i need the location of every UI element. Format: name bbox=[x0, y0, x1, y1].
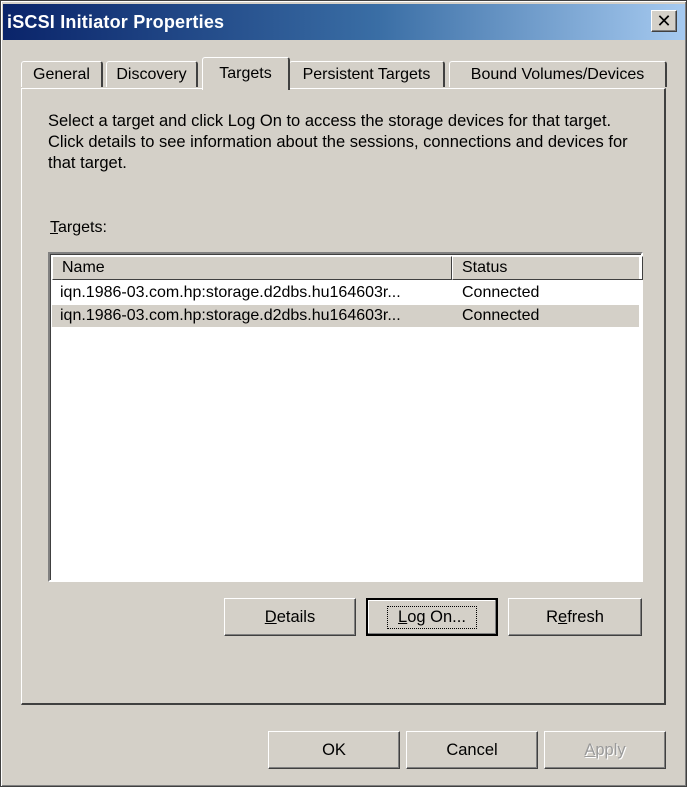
table-row[interactable]: iqn.1986-03.com.hp:storage.d2dbs.hu16460… bbox=[52, 305, 639, 327]
tab-discovery[interactable]: Discovery bbox=[106, 61, 198, 87]
targets-label-mnemonic: T bbox=[50, 219, 58, 236]
log-on-button[interactable]: Log On... bbox=[366, 598, 498, 636]
ok-button[interactable]: OK bbox=[268, 731, 400, 769]
iscsi-properties-dialog: iSCSI Initiator Properties ✕ General Dis… bbox=[0, 0, 687, 787]
refresh-button[interactable]: Refresh bbox=[508, 598, 642, 636]
targets-description: Select a target and click Log On to acce… bbox=[48, 112, 628, 172]
tab-targets-label: Targets bbox=[219, 65, 272, 82]
column-header-status[interactable]: Status bbox=[452, 256, 643, 280]
table-row[interactable]: iqn.1986-03.com.hp:storage.d2dbs.hu16460… bbox=[52, 282, 639, 304]
target-name-cell: iqn.1986-03.com.hp:storage.d2dbs.hu16460… bbox=[60, 307, 401, 324]
column-header-name[interactable]: Name bbox=[52, 256, 452, 280]
details-button[interactable]: Details bbox=[224, 598, 356, 636]
apply-button[interactable]: Apply bbox=[544, 731, 666, 769]
tab-general[interactable]: General bbox=[21, 61, 103, 87]
close-icon: ✕ bbox=[656, 11, 672, 31]
tab-general-label: General bbox=[33, 65, 90, 83]
tab-discovery-label: Discovery bbox=[116, 65, 187, 83]
apply-button-label: Apply bbox=[584, 740, 626, 759]
close-button[interactable]: ✕ bbox=[651, 10, 677, 32]
target-status-cell: Connected bbox=[462, 307, 540, 324]
tab-targets[interactable]: Targets bbox=[202, 57, 290, 90]
targets-list-label: Targets: bbox=[50, 219, 107, 237]
details-button-label: Details bbox=[264, 607, 316, 626]
targets-list[interactable]: Name Status iqn.1986-03.com.hp:storage.d… bbox=[48, 252, 643, 582]
log-on-button-label: Log On... bbox=[387, 605, 477, 629]
targets-tab-panel: Select a target and click Log On to acce… bbox=[21, 88, 666, 705]
tab-bound-volumes-devices-label: Bound Volumes/Devices bbox=[470, 65, 645, 83]
targets-label-text: argets: bbox=[58, 219, 107, 236]
cancel-button-label: Cancel bbox=[446, 740, 498, 759]
tab-persistent-targets[interactable]: Persistent Targets bbox=[289, 61, 445, 87]
cancel-button[interactable]: Cancel bbox=[406, 731, 538, 769]
ok-button-label: OK bbox=[322, 740, 346, 759]
target-name-cell: iqn.1986-03.com.hp:storage.d2dbs.hu16460… bbox=[60, 284, 401, 301]
window-title: iSCSI Initiator Properties bbox=[7, 12, 225, 32]
tab-strip: General Discovery Targets Persistent Tar… bbox=[21, 57, 671, 90]
refresh-button-label: Refresh bbox=[546, 607, 604, 626]
tab-bound-volumes-devices[interactable]: Bound Volumes/Devices bbox=[449, 61, 667, 87]
tab-persistent-targets-label: Persistent Targets bbox=[302, 65, 431, 83]
target-status-cell: Connected bbox=[462, 284, 540, 301]
targets-list-header: Name Status bbox=[52, 256, 643, 280]
title-bar[interactable]: iSCSI Initiator Properties ✕ bbox=[3, 4, 685, 40]
